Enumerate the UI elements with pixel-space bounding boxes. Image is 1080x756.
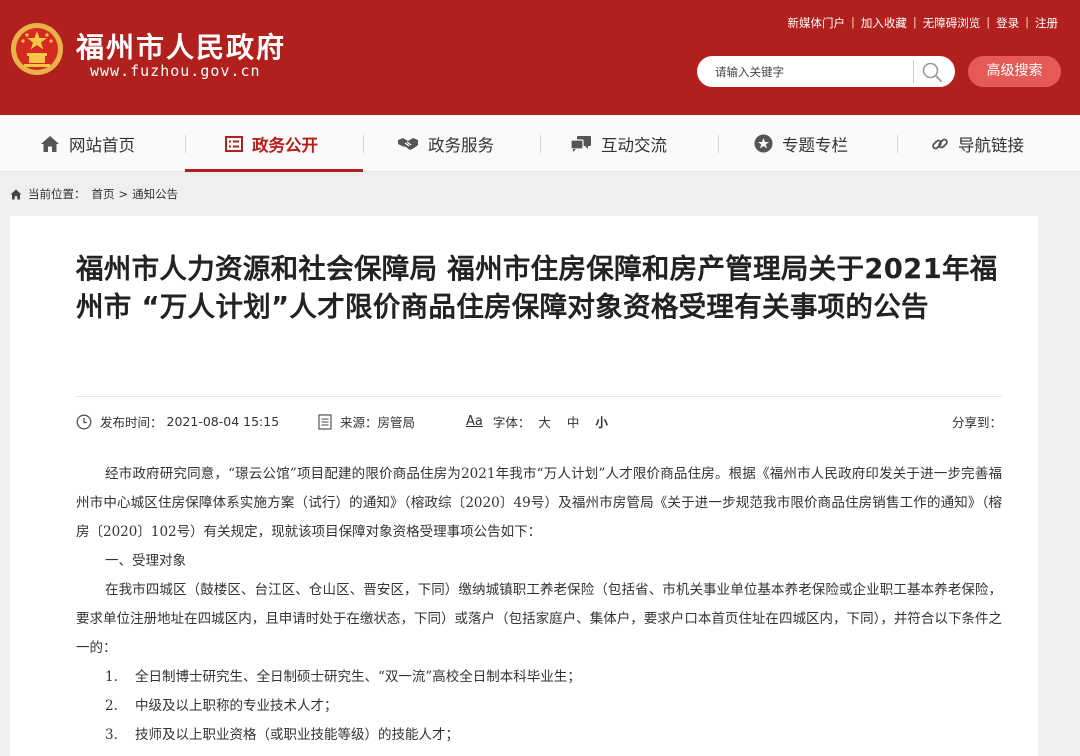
nav-divider [363, 135, 364, 153]
list-item-number: 2. [105, 698, 118, 714]
list-item-number: 1. [105, 669, 118, 685]
search-input[interactable] [697, 56, 917, 87]
link-login[interactable]: 登录 [990, 15, 1025, 31]
nav-links[interactable]: 导航链接 [931, 115, 1024, 172]
font-size-medium[interactable]: 中 [559, 412, 588, 431]
handshake-icon [398, 137, 418, 150]
article-source: 来源： 房管局 [318, 412, 415, 431]
link-new-media[interactable]: 新媒体门户 [782, 15, 852, 31]
site-domain: www.fuzhou.gov.cn [90, 62, 261, 80]
paragraph: 在我市四城区（鼓楼区、台江区、仓山区、晋安区，下同）缴纳城镇职工养老保险（包括省… [76, 582, 1002, 656]
list-item: 3. 技师及以上职业资格（或职业技能等级）的技能人才； [76, 721, 1002, 750]
search-divider [913, 60, 914, 83]
font-size-control: Aa 字体： 大 中 小 [466, 412, 616, 431]
active-tab-indicator [185, 169, 363, 172]
article-card: 福州市人力资源和社会保障局 福州市住房保障和房产管理局关于2021年福州市 “万… [10, 216, 1038, 756]
font-size-icon: Aa [466, 414, 483, 429]
font-size-large[interactable]: 大 [530, 412, 559, 431]
link-accessibility[interactable]: 无障碍浏览 [917, 15, 987, 31]
document-icon [318, 413, 332, 430]
link-add-favorite[interactable]: 加入收藏 [855, 15, 913, 31]
share-label: 分享到： [951, 415, 1002, 430]
nav-special-topics-label: 专题专栏 [782, 135, 848, 155]
star-icon [754, 134, 773, 153]
source-label: 来源： [340, 415, 378, 430]
paragraph: 经市政府研究同意，“璟云公馆”项目配建的限价商品住房为2021年我市“万人计划”… [76, 466, 1002, 540]
nav-gov-affairs[interactable]: 政务公开 [225, 115, 318, 172]
font-size-label: 字体： [492, 415, 531, 430]
advanced-search-button[interactable]: 高级搜索 [968, 56, 1061, 87]
divider: | [986, 15, 991, 29]
chat-icon [570, 135, 591, 152]
font-size-small[interactable]: 小 [587, 412, 616, 431]
list-item-text: 全日制博士研究生、全日制硕士研究生、“双一流”高校全日制本科毕业生； [135, 669, 581, 685]
national-emblem-icon [11, 23, 63, 75]
list-icon [225, 135, 243, 152]
divider: | [1025, 15, 1029, 29]
nav-interaction[interactable]: 互动交流 [570, 115, 667, 172]
search-icon[interactable] [921, 61, 943, 83]
publish-time: 发布时间： 2021-08-04 15:15 [76, 412, 279, 431]
divider: | [912, 15, 917, 29]
site-name: 福州市人民政府 [76, 31, 287, 64]
search-box [697, 56, 955, 87]
nav-divider [897, 135, 898, 153]
breadcrumb-home[interactable]: 首页 [92, 186, 115, 202]
list-item: 1. 全日制博士研究生、全日制硕士研究生、“双一流”高校全日制本科毕业生； [76, 663, 1002, 692]
link-register[interactable]: 注册 [1029, 15, 1064, 31]
link-icon [932, 138, 948, 149]
breadcrumb-separator: > [118, 187, 129, 201]
nav-gov-affairs-label: 政务公开 [252, 135, 318, 155]
nav-gov-service[interactable]: 政务服务 [397, 115, 494, 172]
publish-time-value: 2021-08-04 15:15 [166, 414, 280, 429]
nav-home-label: 网站首页 [69, 135, 135, 155]
clock-icon [76, 414, 92, 429]
top-links: 新媒体门户 | 加入收藏 | 无障碍浏览 | 登录 | 注册 [782, 15, 1065, 31]
list-item-number: 3. [105, 727, 118, 743]
home-icon [10, 189, 22, 199]
nav-gov-service-label: 政务服务 [428, 135, 494, 155]
list-item: 2. 中级及以上职称的专业技术人才； [76, 692, 1002, 721]
nav-divider [718, 135, 719, 153]
article-title: 福州市人力资源和社会保障局 福州市住房保障和房产管理局关于2021年福州市 “万… [76, 253, 998, 323]
divider: | [851, 15, 855, 29]
article-meta: 发布时间： 2021-08-04 15:15 来源： 房管局 Aa 字体： 大 … [76, 412, 1002, 430]
list-item-text: 技师及以上职业资格（或职业技能等级）的技能人才； [135, 727, 459, 743]
list-item-text: 中级及以上职称的专业技术人才； [135, 698, 338, 714]
site-header: 福州市人民政府 www.fuzhou.gov.cn 新媒体门户 | 加入收藏 |… [0, 0, 1080, 115]
nav-links-label: 导航链接 [958, 135, 1024, 155]
breadcrumb: 当前位置： 首页 > 通知公告 [10, 186, 178, 202]
publish-time-label: 发布时间： [100, 415, 163, 430]
nav-special-topics[interactable]: 专题专栏 [754, 115, 848, 172]
nav-divider [185, 135, 186, 153]
nav-divider [540, 135, 541, 153]
home-icon [41, 135, 59, 152]
main-nav: 网站首页 政务公开 政务服务 互动交流 专题专栏 导航链接 [0, 115, 1080, 172]
meta-divider [76, 396, 1002, 397]
nav-home[interactable]: 网站首页 [40, 115, 135, 172]
source-value: 房管局 [377, 415, 416, 430]
breadcrumb-notices[interactable]: 通知公告 [132, 186, 178, 202]
article-body: 经市政府研究同意，“璟云公馆”项目配建的限价商品住房为2021年我市“万人计划”… [76, 460, 1002, 750]
nav-interaction-label: 互动交流 [601, 135, 667, 155]
section-heading: 一、受理对象 [105, 553, 186, 569]
breadcrumb-prefix: 当前位置： [28, 187, 86, 201]
